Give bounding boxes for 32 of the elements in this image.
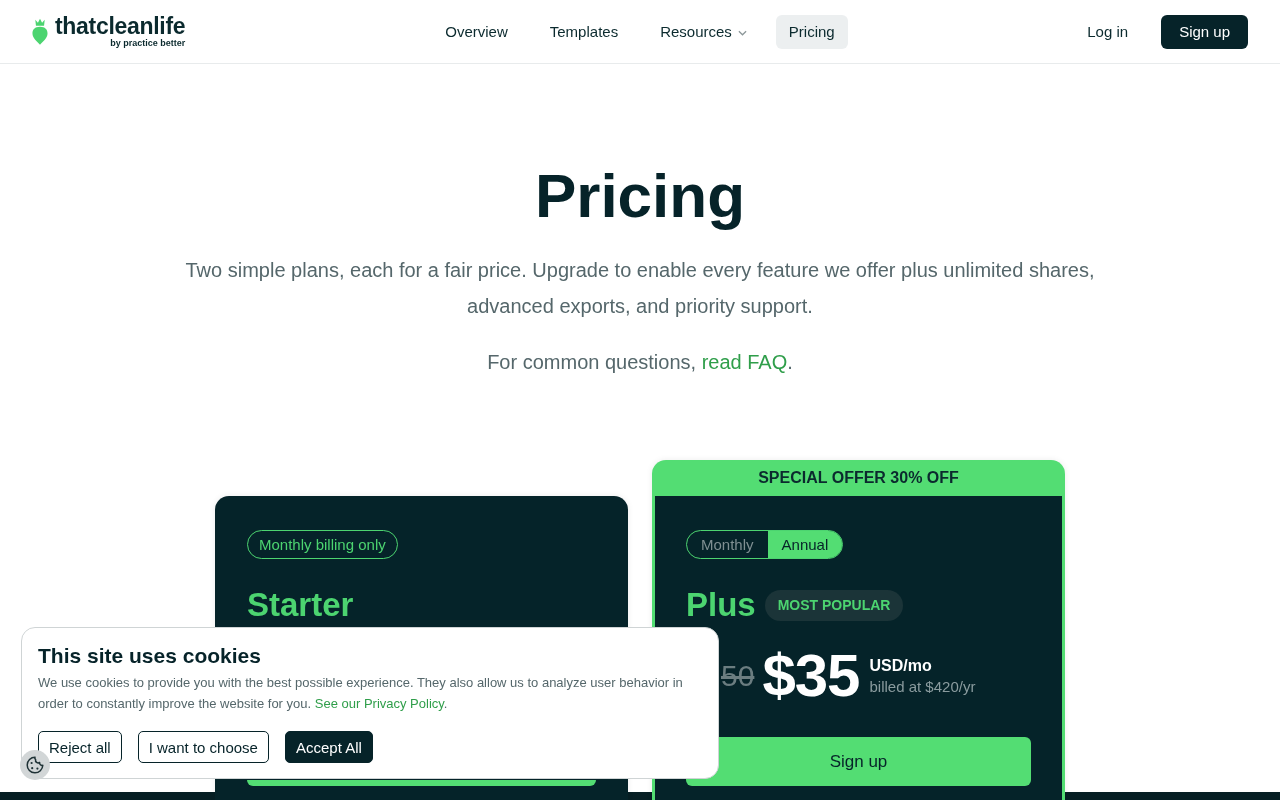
faq-text: For common questions, read FAQ. (486, 350, 794, 375)
billing-option[interactable]: Annual (767, 531, 843, 558)
cookie-title: This site uses cookies (38, 644, 262, 668)
cookie-text: We use cookies to provide you with the best possible experience. They also allow us to analyze user behavior in order to constantly improve the website for you. See our Privacy Policy. (38, 674, 684, 713)
login-link[interactable]: Log in (1074, 15, 1142, 48)
cookie-button[interactable]: I want to choose (137, 731, 269, 763)
radish-logo-icon[interactable] (32, 18, 48, 45)
plan-name: Plus (686, 585, 756, 625)
price-unit: USD/mo (869, 655, 933, 676)
billing-option[interactable]: Monthly (687, 531, 768, 558)
nav-link[interactable]: Overview (432, 14, 521, 49)
nav-link[interactable]: Templates (536, 14, 632, 49)
signup-button[interactable]: Sign up (1161, 14, 1248, 49)
plan-button[interactable] (247, 780, 596, 786)
old-price: 50 (721, 659, 755, 693)
nav-link[interactable]: Pricing (775, 14, 848, 49)
plan-price: $35 (762, 644, 860, 708)
logo-wordmark[interactable]: thatcleanlife (55, 15, 186, 38)
page-subtitle: Two simple plans, each for a fair price. Upgrade to enable every feature we offer plus unlimited shares, advanced exports, and priority support. (184, 258, 1096, 319)
offer-label: SPECIAL OFFER 30% OFF (757, 468, 960, 488)
logo-tagline: by practice better (110, 38, 186, 48)
page-title: Pricing (533, 160, 747, 232)
plan-name: Starter (247, 585, 354, 625)
privacy-policy-link[interactable]: See our Privacy Policy (314, 696, 444, 711)
popular-tag: MOST POPULAR (764, 589, 904, 621)
plan-button[interactable]: Sign up (686, 737, 1031, 786)
nav-link[interactable]: Resources (647, 14, 760, 49)
cookie-icon[interactable] (20, 750, 50, 780)
cookie-button[interactable]: Reject all (38, 731, 122, 763)
cookie-button[interactable]: Accept All (284, 731, 373, 763)
chevron-down-icon (737, 29, 747, 36)
billing-note: billed at $420/yr (869, 676, 976, 697)
